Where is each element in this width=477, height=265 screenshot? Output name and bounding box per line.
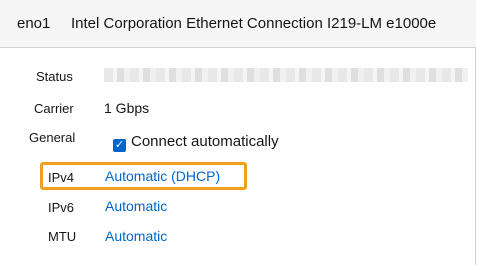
card-header: eno1 Intel Corporation Ethernet Connecti… — [0, 0, 476, 48]
status-value-redacted — [104, 68, 468, 82]
general-label: General — [29, 130, 76, 145]
status-label: Status — [36, 69, 73, 84]
mtu-label: MTU — [48, 229, 77, 244]
connect-automatically-label[interactable]: Connect automatically — [131, 133, 279, 151]
interface-details-card: eno1 Intel Corporation Ethernet Connecti… — [0, 0, 476, 265]
connect-automatically-checkbox[interactable]: ✓ — [113, 139, 126, 152]
interface-description: Intel Corporation Ethernet Connection I2… — [71, 15, 437, 32]
interface-name: eno1 — [17, 15, 51, 32]
ipv6-value-link[interactable]: Automatic — [105, 198, 167, 215]
ipv4-label: IPv4 — [48, 170, 75, 185]
carrier-value: 1 Gbps — [104, 100, 150, 116]
ipv4-value-link[interactable]: Automatic (DHCP) — [105, 168, 220, 185]
mtu-value-link[interactable]: Automatic — [105, 228, 167, 245]
carrier-label: Carrier — [34, 101, 74, 116]
ipv6-label: IPv6 — [48, 200, 75, 215]
checkmark-icon: ✓ — [114, 139, 125, 151]
